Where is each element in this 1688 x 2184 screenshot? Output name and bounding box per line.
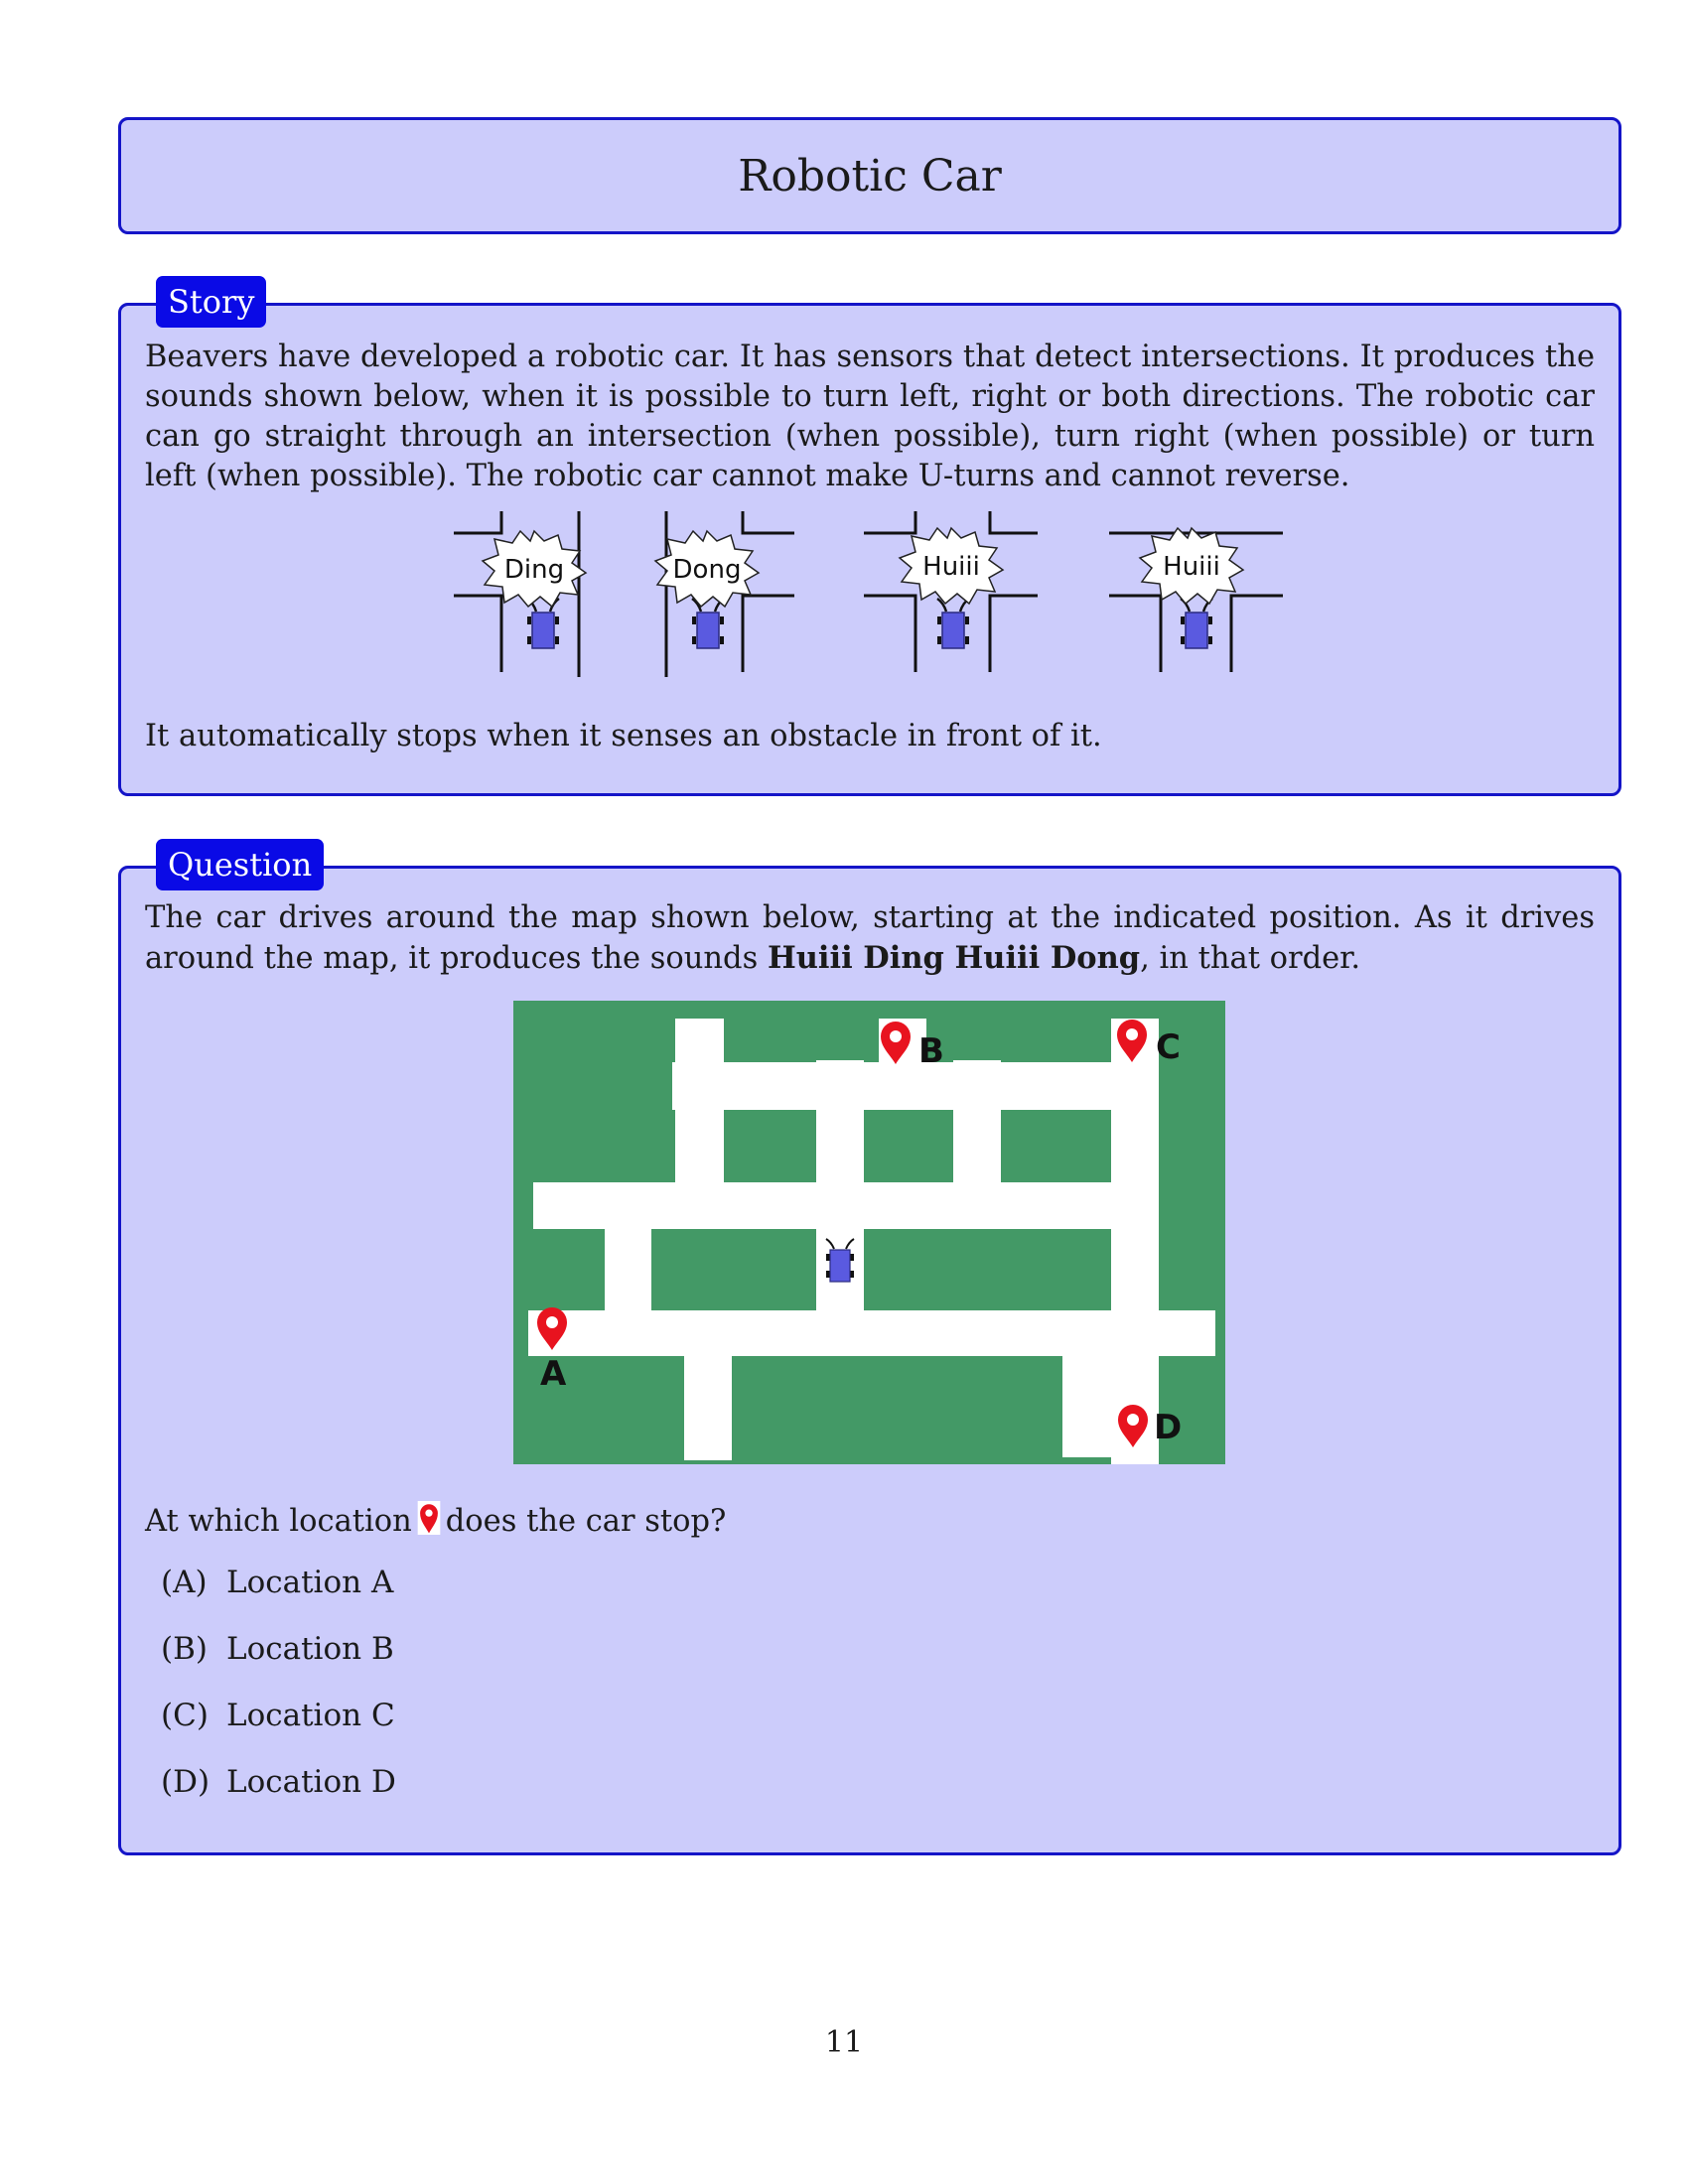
map-label-b: B: [918, 1031, 944, 1071]
sound-sequence: Huiii Ding Huiii Dong: [767, 940, 1141, 976]
sound-label-ding: Ding: [504, 555, 564, 585]
option-text: Location B: [226, 1631, 394, 1667]
option-text: Location C: [226, 1698, 395, 1733]
sound-dong-scene: Dong: [654, 511, 794, 677]
sound-huiii-scene-1: Huiii: [864, 511, 1038, 672]
title-box: Robotic Car: [118, 117, 1621, 234]
option-letter: (A): [161, 1565, 208, 1600]
option-letter: (D): [161, 1764, 211, 1800]
option-letter: (C): [161, 1698, 209, 1733]
road-map: A B C D: [513, 1001, 1225, 1464]
sound-illustrations: Ding Dong Huiii Huiii: [454, 511, 1283, 677]
option-letter: (B): [161, 1631, 208, 1667]
page-number: 11: [824, 2025, 864, 2060]
sound-label-huiii-2: Huiii: [1163, 552, 1220, 582]
story-tab: Story: [156, 276, 267, 328]
story-text-obstacle: It automatically stops when it senses an…: [145, 719, 1102, 753]
question-ask: At which location does the car stop?: [145, 1501, 1595, 1542]
option-b[interactable]: (B) Location B: [161, 1631, 394, 1667]
question-text-after: , in that order.: [1140, 941, 1361, 976]
map-label-d: D: [1154, 1408, 1182, 1447]
ask-after: does the car stop?: [445, 1504, 727, 1539]
story-text: Beavers have developed a robotic car. It…: [145, 340, 1595, 493]
map-label-c: C: [1156, 1027, 1181, 1067]
option-text: Location D: [226, 1764, 396, 1800]
ask-before: At which location: [145, 1504, 412, 1539]
sound-label-dong: Dong: [673, 555, 742, 585]
sound-ding-scene: Ding: [454, 511, 587, 677]
option-text: Location A: [226, 1565, 394, 1600]
location-pin-icon: [417, 1501, 441, 1535]
question-tab: Question: [156, 839, 325, 890]
option-d[interactable]: (D) Location D: [161, 1764, 396, 1800]
option-a[interactable]: (A) Location A: [161, 1565, 393, 1600]
sound-label-huiii-1: Huiii: [922, 552, 980, 582]
option-c[interactable]: (C) Location C: [161, 1698, 395, 1733]
page-title: Robotic Car: [738, 150, 1002, 202]
sound-huiii-scene-2: Huiii: [1109, 527, 1283, 672]
question-text: The car drives around the map shown belo…: [145, 898, 1595, 979]
map-label-a: A: [540, 1354, 567, 1394]
